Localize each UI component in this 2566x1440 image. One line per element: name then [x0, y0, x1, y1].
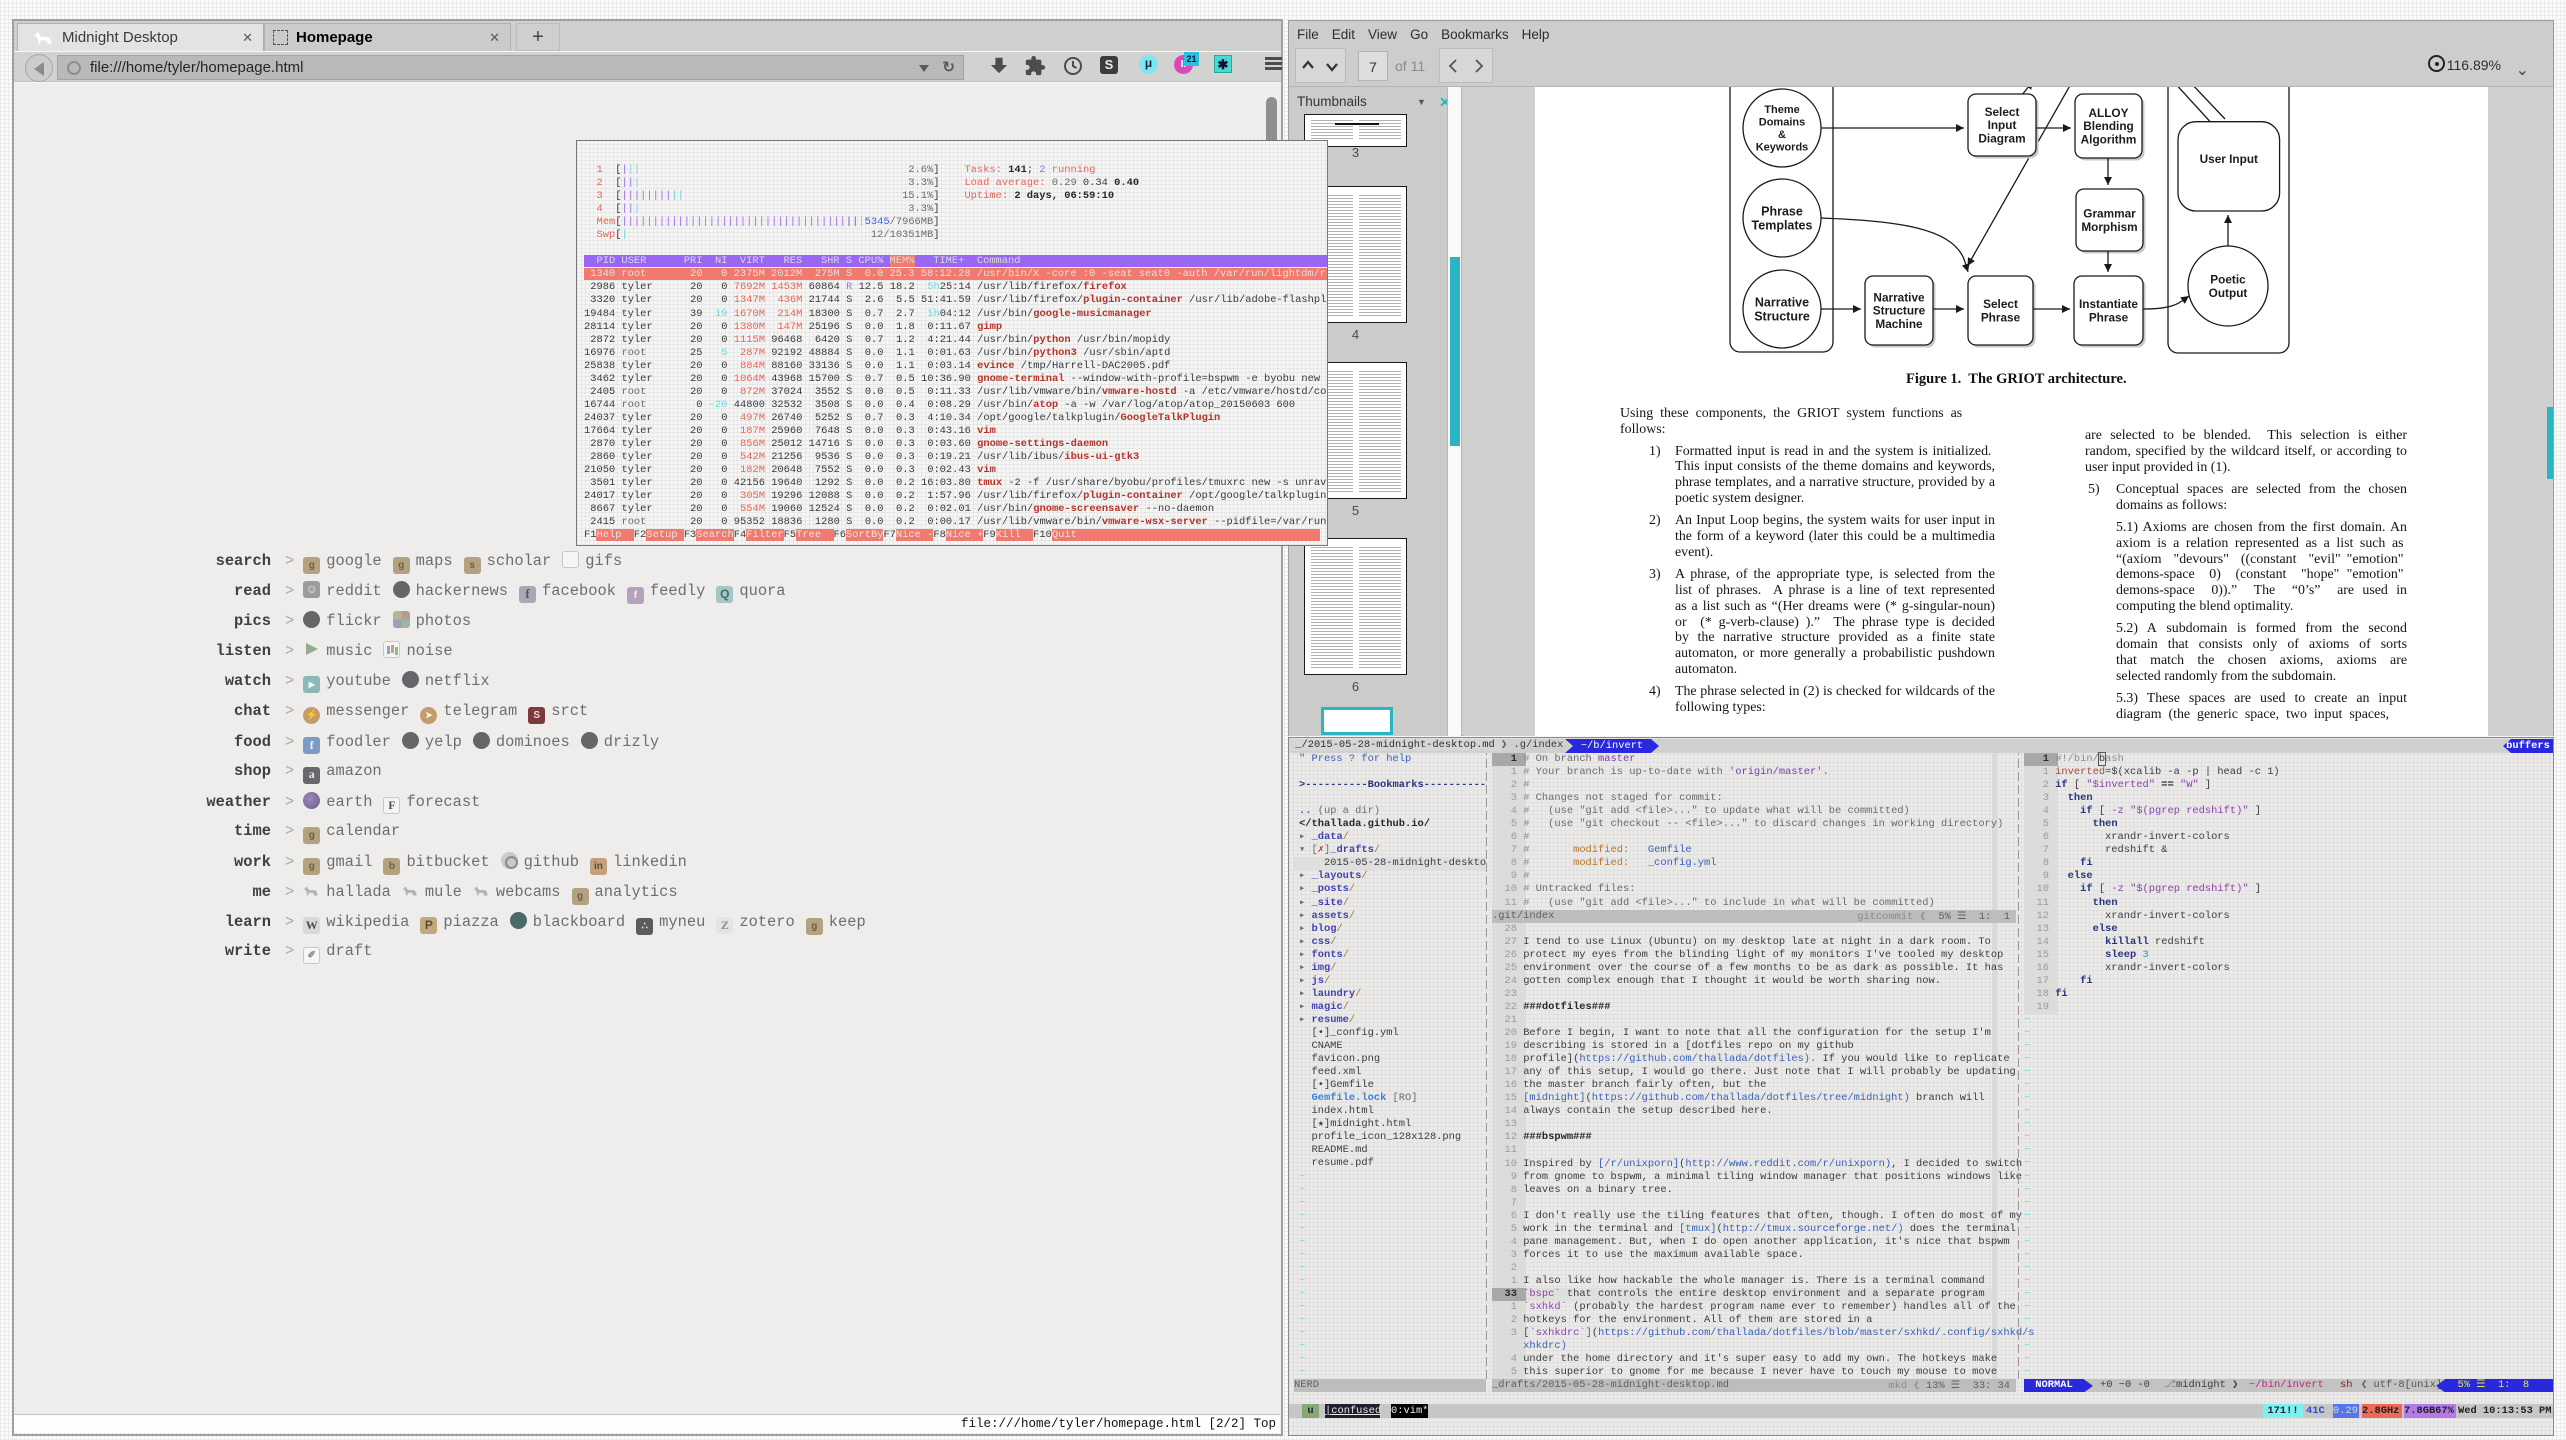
svg-text:Select: Select [1983, 297, 2018, 311]
svg-text:Diagram: Diagram [1978, 131, 2025, 145]
svg-text:Structure: Structure [1873, 304, 1926, 318]
svg-text:Morphism: Morphism [2081, 220, 2137, 234]
svg-text:Narrative: Narrative [1755, 295, 1809, 309]
svg-text:Keywords: Keywords [1756, 142, 1809, 154]
svg-text:Phrase: Phrase [1761, 204, 1803, 218]
svg-text:User Input: User Input [2200, 152, 2258, 166]
svg-text:Output: Output [2209, 286, 2248, 300]
svg-text:Poetic: Poetic [2210, 273, 2246, 287]
svg-text:Instantiate: Instantiate [2079, 297, 2138, 311]
svg-text:Grammar: Grammar [2083, 207, 2136, 221]
svg-text:Phrase: Phrase [1981, 310, 2021, 324]
svg-text:Algorithm: Algorithm [2081, 132, 2137, 146]
svg-text:Domains: Domains [1759, 117, 1805, 129]
svg-text:Blending: Blending [2083, 119, 2133, 133]
svg-text:Input: Input [1988, 118, 2017, 132]
svg-text:Select: Select [1985, 105, 2020, 119]
svg-text:Structure: Structure [1754, 309, 1810, 323]
svg-text:Narrative: Narrative [1873, 290, 1925, 304]
svg-text:ALLOY: ALLOY [2089, 106, 2129, 120]
svg-text:Templates: Templates [1752, 218, 1813, 232]
svg-text:Phrase: Phrase [2089, 310, 2129, 324]
svg-text:&: & [1778, 129, 1786, 141]
svg-text:Theme: Theme [1764, 104, 1799, 116]
svg-text:Machine: Machine [1875, 317, 1923, 331]
